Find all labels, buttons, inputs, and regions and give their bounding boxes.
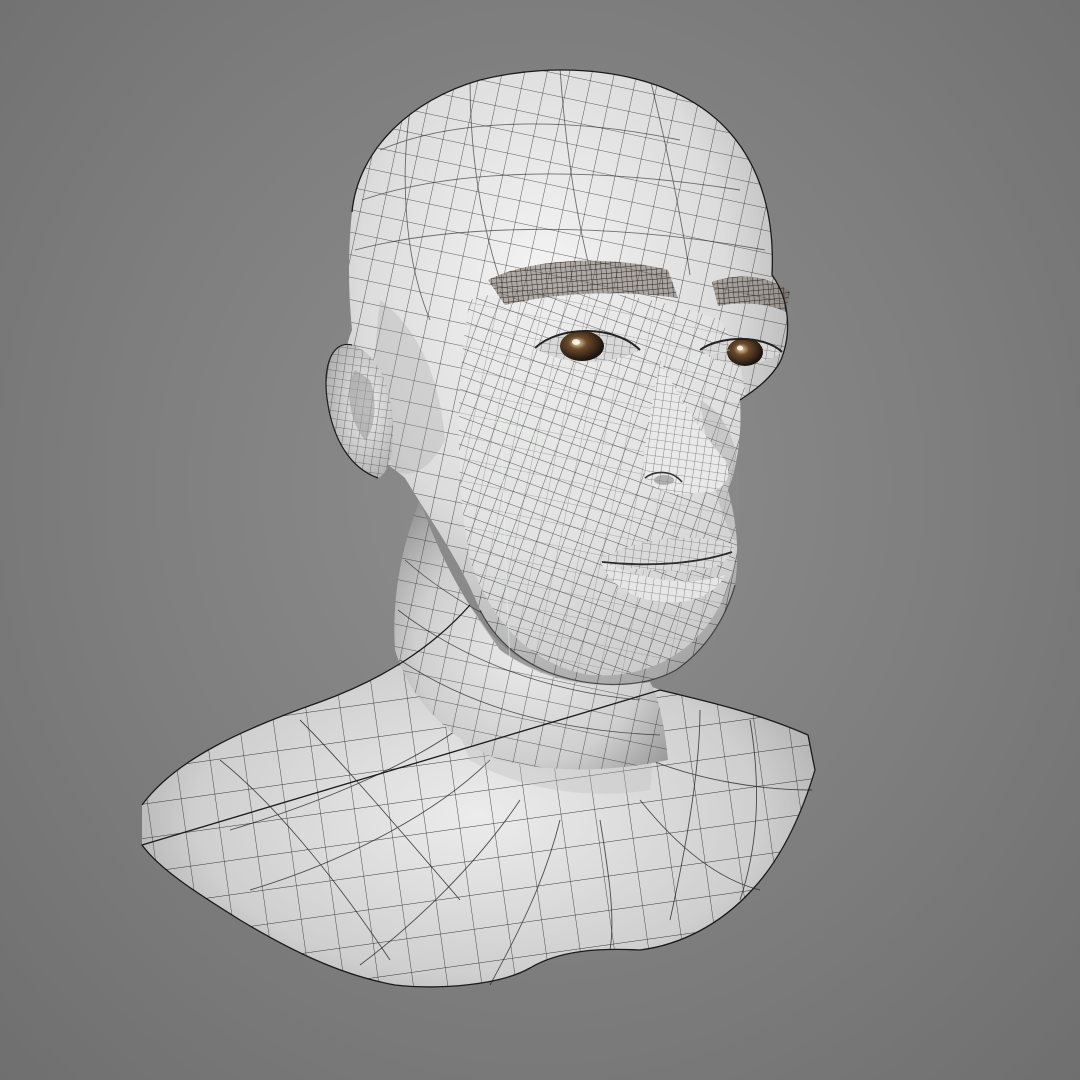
scene-canvas	[140, 69, 816, 988]
3d-viewport[interactable]	[0, 0, 1080, 1080]
